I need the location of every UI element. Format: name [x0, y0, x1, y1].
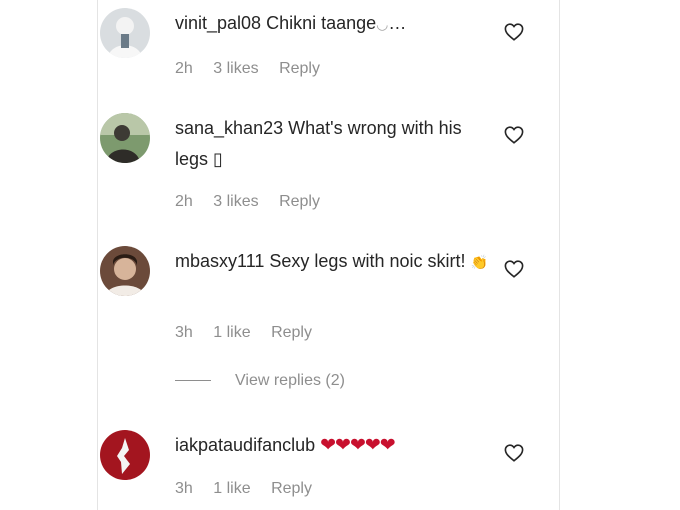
comment-time: 3h [175, 480, 193, 497]
comment-likes[interactable]: 3 likes [213, 60, 258, 77]
reply-button[interactable]: Reply [271, 480, 312, 497]
comment-meta: 2h 3 likes Reply [175, 193, 336, 211]
reply-button[interactable]: Reply [279, 193, 320, 210]
avatar[interactable] [100, 246, 150, 296]
comment-text: vinit_pal08 Chikni taange◡… [175, 8, 490, 40]
comment-meta: 3h 1 like Reply [175, 324, 328, 342]
comment-time: 2h [175, 60, 193, 77]
heart-outline-icon[interactable] [504, 23, 524, 41]
comment-body: Sexy legs with noic skirt! [269, 251, 466, 271]
comment-username[interactable]: mbasxy111 [175, 251, 264, 271]
comment-body: Chikni taange [266, 13, 377, 33]
avatar[interactable] [100, 8, 150, 58]
reply-button[interactable]: Reply [271, 324, 312, 341]
comment-time: 3h [175, 324, 193, 341]
avatar[interactable] [100, 430, 150, 480]
comment-text: sana_khan23 What's wrong with his legs ▯ [175, 113, 490, 175]
clap-icon: 👏 [470, 254, 488, 270]
comment-username[interactable]: iakpataudifanclub [175, 435, 315, 455]
view-replies-label: View replies (2) [235, 372, 345, 389]
view-replies-divider [175, 380, 211, 382]
comment-likes[interactable]: 1 like [213, 480, 250, 497]
comment-username[interactable]: sana_khan23 [175, 118, 283, 138]
comment-trailing: … [388, 13, 407, 33]
comment-meta: 3h 1 like Reply [175, 480, 328, 498]
emoji-icon: ◡ [376, 16, 389, 32]
reply-button[interactable]: Reply [279, 60, 320, 77]
comment-time: 2h [175, 193, 193, 210]
comment-text: iakpataudifanclub ❤❤❤❤❤ [175, 430, 490, 461]
red-hearts-emoji: ❤❤❤❤❤ [320, 435, 396, 456]
heart-outline-icon[interactable] [504, 444, 524, 462]
avatar[interactable] [100, 113, 150, 163]
heart-outline-icon[interactable] [504, 126, 524, 144]
comment-text: mbasxy111 Sexy legs with noic skirt! 👏 [175, 246, 490, 278]
comment-trailing: ▯ [213, 149, 223, 169]
comment-likes[interactable]: 1 like [213, 324, 250, 341]
comment-likes[interactable]: 3 likes [213, 193, 258, 210]
heart-outline-icon[interactable] [504, 260, 524, 278]
comment-meta: 2h 3 likes Reply [175, 60, 336, 78]
comment-username[interactable]: vinit_pal08 [175, 13, 261, 33]
view-replies-button[interactable]: View replies (2) [175, 372, 345, 390]
